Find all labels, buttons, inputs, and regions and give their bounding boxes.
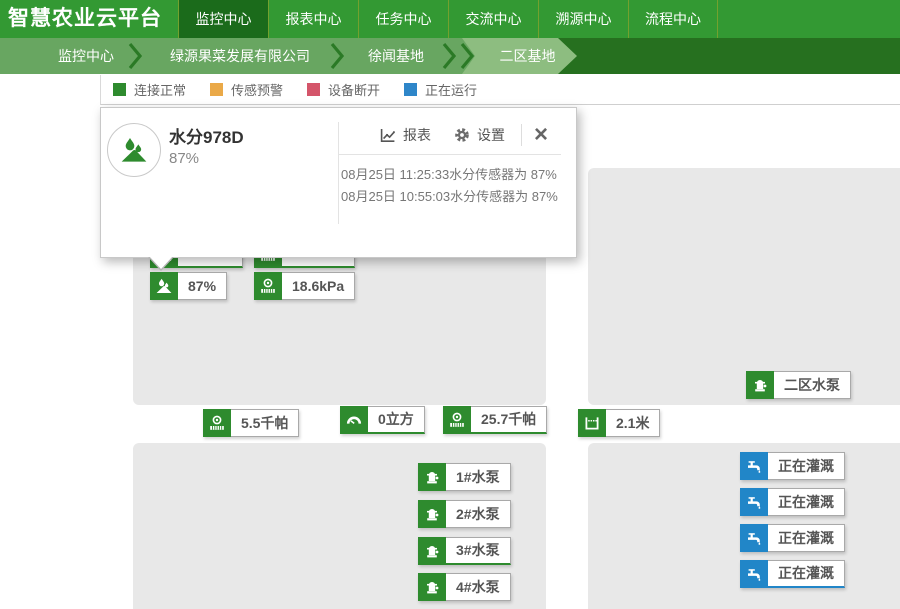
badge-pump-4[interactable]: 4#水泵 xyxy=(418,573,511,601)
breadcrumb-item-company[interactable]: 绿源果菜发展有限公司 xyxy=(170,38,310,74)
page: 智慧农业云平台 监控中心 报表中心 任务中心 交流中心 溯源中心 流程中心 监控… xyxy=(0,0,900,609)
water-level-icon xyxy=(578,409,606,437)
sensor-title: 水分978D xyxy=(169,123,244,148)
badge-pump-zone2[interactable]: 二区水泵 xyxy=(746,371,851,399)
breadcrumb-item-zone2-base-current[interactable]: 二区基地 xyxy=(462,38,577,74)
report-button[interactable]: 报表 xyxy=(379,125,431,145)
badge-label: 正在灌溉 xyxy=(768,524,845,552)
badge-irrigating-2[interactable]: 正在灌溉 xyxy=(740,488,845,516)
settings-label: 设置 xyxy=(477,125,505,145)
legend-swatch-green xyxy=(113,83,126,96)
badge-pump-3[interactable]: 3#水泵 xyxy=(418,537,511,565)
nav-item-process-center[interactable]: 流程中心 xyxy=(628,0,718,38)
pressure-icon xyxy=(254,272,282,300)
faucet-icon xyxy=(740,560,768,588)
badge-label: 二区水泵 xyxy=(774,371,851,399)
breadcrumb-item-xuwen-base[interactable]: 徐闻基地 xyxy=(368,38,424,74)
moisture-icon xyxy=(119,135,149,165)
legend-item-sensor-warning: 传感预警 xyxy=(210,80,283,99)
legend-swatch-orange xyxy=(210,83,223,96)
badge-label: 正在灌溉 xyxy=(768,488,845,516)
faucet-icon xyxy=(740,524,768,552)
popup-vertical-divider xyxy=(338,122,339,224)
pump-icon xyxy=(418,573,446,601)
faucet-icon xyxy=(740,452,768,480)
close-icon[interactable]: × xyxy=(534,125,548,145)
nav-item-report-center[interactable]: 报表中心 xyxy=(268,0,358,38)
legend-item-running: 正在运行 xyxy=(404,80,477,99)
settings-button[interactable]: 设置 xyxy=(453,125,505,145)
badge-label: 87% xyxy=(178,272,227,300)
sensor-log-entry: 08月25日 11:25:33水分传感器为 87% xyxy=(341,164,576,183)
badge-pressure-5-5[interactable]: 5.5千帕 xyxy=(203,409,299,437)
sensor-popup: 水分978D 87% 报表 设置 × 08月25日 11:25:33水分传感器为… xyxy=(100,107,577,258)
top-navbar: 智慧农业云平台 监控中心 报表中心 任务中心 交流中心 溯源中心 流程中心 xyxy=(0,0,900,38)
badge-label: 3#水泵 xyxy=(446,537,511,565)
pump-icon xyxy=(418,463,446,491)
legend-item-device-disconnected: 设备断开 xyxy=(307,80,380,99)
gear-icon xyxy=(453,126,471,144)
popup-action-separator xyxy=(521,124,522,146)
badge-label: 5.5千帕 xyxy=(231,409,299,437)
faucet-icon xyxy=(740,488,768,516)
moisture-icon xyxy=(150,272,178,300)
pump-icon xyxy=(418,500,446,528)
legend-label: 连接正常 xyxy=(134,80,186,99)
badge-pump-1[interactable]: 1#水泵 xyxy=(418,463,511,491)
badge-label: 2#水泵 xyxy=(446,500,511,528)
chart-icon xyxy=(379,126,397,144)
badge-pump-2[interactable]: 2#水泵 xyxy=(418,500,511,528)
chevron-right-icon xyxy=(128,41,142,76)
report-label: 报表 xyxy=(403,125,431,145)
badge-moisture-87[interactable]: 87% xyxy=(150,272,227,300)
badge-label: 2.1米 xyxy=(606,409,660,437)
pressure-icon xyxy=(203,409,231,437)
status-legend: 连接正常 传感预警 设备断开 正在运行 xyxy=(100,75,900,105)
nav-item-monitoring-center[interactable]: 监控中心 xyxy=(178,0,268,38)
popup-caret xyxy=(149,256,173,269)
nav-item-traceability-center[interactable]: 溯源中心 xyxy=(538,0,628,38)
chevron-right-icon xyxy=(460,41,474,76)
chevron-right-icon xyxy=(442,41,456,76)
badge-flow-0[interactable]: 0立方 xyxy=(340,406,425,434)
chevron-right-icon xyxy=(330,41,344,76)
badge-label: 18.6kPa xyxy=(282,272,355,300)
nav-item-communication-center[interactable]: 交流中心 xyxy=(448,0,538,38)
badge-water-level-2-1[interactable]: 2.1米 xyxy=(578,409,660,437)
nav-menu: 监控中心 报表中心 任务中心 交流中心 溯源中心 流程中心 xyxy=(178,0,718,38)
pump-icon xyxy=(746,371,774,399)
breadcrumb-item-monitoring-center[interactable]: 监控中心 xyxy=(58,38,114,74)
legend-item-connected: 连接正常 xyxy=(113,80,186,99)
nav-item-task-center[interactable]: 任务中心 xyxy=(358,0,448,38)
popup-actions: 报表 设置 × xyxy=(379,124,548,146)
breadcrumb: 监控中心 绿源果菜发展有限公司 徐闻基地 二区基地 xyxy=(0,38,900,74)
field-panel-top-right xyxy=(588,168,900,405)
badge-irrigating-1[interactable]: 正在灌溉 xyxy=(740,452,845,480)
sensor-log-entry: 08月25日 10:55:03水分传感器为 87% xyxy=(341,186,576,205)
legend-swatch-blue xyxy=(404,83,417,96)
pressure-icon xyxy=(443,406,471,434)
flow-meter-icon xyxy=(340,406,368,434)
badge-irrigating-3[interactable]: 正在灌溉 xyxy=(740,524,845,552)
sensor-avatar xyxy=(107,123,161,177)
badge-irrigating-4[interactable]: 正在灌溉 xyxy=(740,560,845,588)
badge-label: 正在灌溉 xyxy=(768,452,845,480)
legend-label: 正在运行 xyxy=(425,80,477,99)
legend-swatch-red xyxy=(307,83,320,96)
legend-label: 传感预警 xyxy=(231,80,283,99)
badge-label: 0立方 xyxy=(368,406,425,434)
badge-label: 正在灌溉 xyxy=(768,560,845,588)
legend-label: 设备断开 xyxy=(328,80,380,99)
badge-label: 25.7千帕 xyxy=(471,406,547,434)
popup-horizontal-divider xyxy=(339,154,561,155)
sensor-value: 87% xyxy=(169,150,199,167)
app-title: 智慧农业云平台 xyxy=(8,0,162,38)
badge-label: 4#水泵 xyxy=(446,573,511,601)
badge-label: 1#水泵 xyxy=(446,463,511,491)
badge-pressure-25-7[interactable]: 25.7千帕 xyxy=(443,406,547,434)
pump-icon xyxy=(418,537,446,565)
badge-pressure-18-6kpa[interactable]: 18.6kPa xyxy=(254,272,355,300)
